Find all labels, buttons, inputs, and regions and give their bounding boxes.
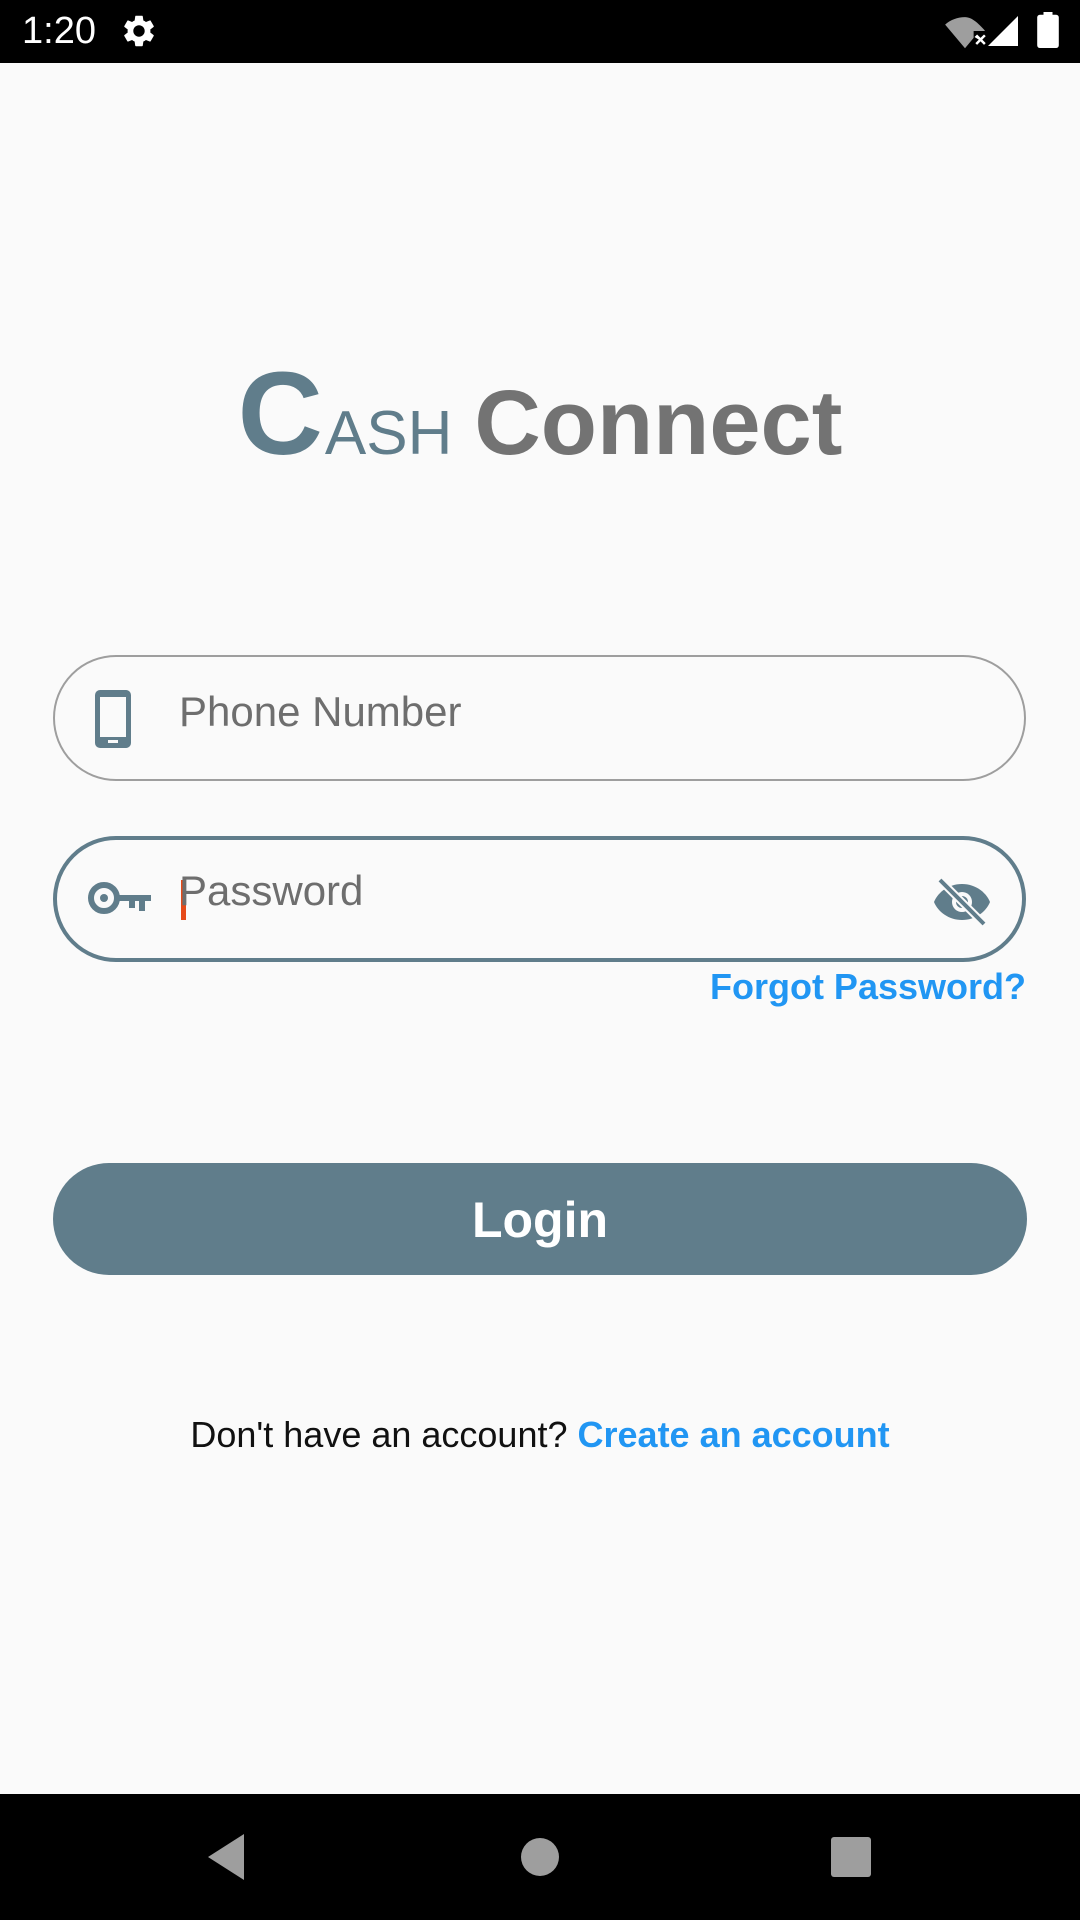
smartphone-icon bbox=[95, 690, 131, 748]
create-account-link[interactable]: Create an account bbox=[578, 1414, 890, 1455]
recents-icon[interactable] bbox=[818, 1824, 884, 1890]
home-icon[interactable] bbox=[507, 1824, 573, 1890]
signup-prompt: Don't have an account? bbox=[190, 1414, 568, 1455]
login-button[interactable]: Login bbox=[53, 1163, 1027, 1275]
logo-initial: C bbox=[237, 348, 323, 480]
status-time: 1:20 bbox=[22, 10, 96, 52]
settings-gear-icon bbox=[124, 15, 154, 47]
password-input[interactable] bbox=[179, 832, 939, 950]
wifi-off-icon bbox=[945, 17, 986, 49]
password-field[interactable] bbox=[53, 832, 1026, 962]
app-logo: CASH Connect bbox=[0, 355, 1080, 473]
phone-input[interactable] bbox=[179, 651, 939, 773]
status-bar: 1:20 bbox=[0, 0, 1080, 63]
navigation-bar bbox=[0, 1794, 1080, 1920]
battery-icon bbox=[1037, 12, 1059, 48]
logo-rest: ASH bbox=[324, 399, 453, 468]
visibility-off-icon[interactable] bbox=[932, 876, 992, 928]
forgot-password-link[interactable]: Forgot Password? bbox=[710, 966, 1026, 1008]
back-icon[interactable] bbox=[196, 1824, 262, 1890]
cell-signal-icon bbox=[988, 16, 1018, 46]
key-icon bbox=[88, 882, 151, 914]
logo-word-connect: Connect bbox=[474, 372, 843, 474]
signup-row: Don't have an account? Create an account bbox=[0, 1414, 1080, 1456]
phone-field[interactable] bbox=[53, 651, 1026, 781]
